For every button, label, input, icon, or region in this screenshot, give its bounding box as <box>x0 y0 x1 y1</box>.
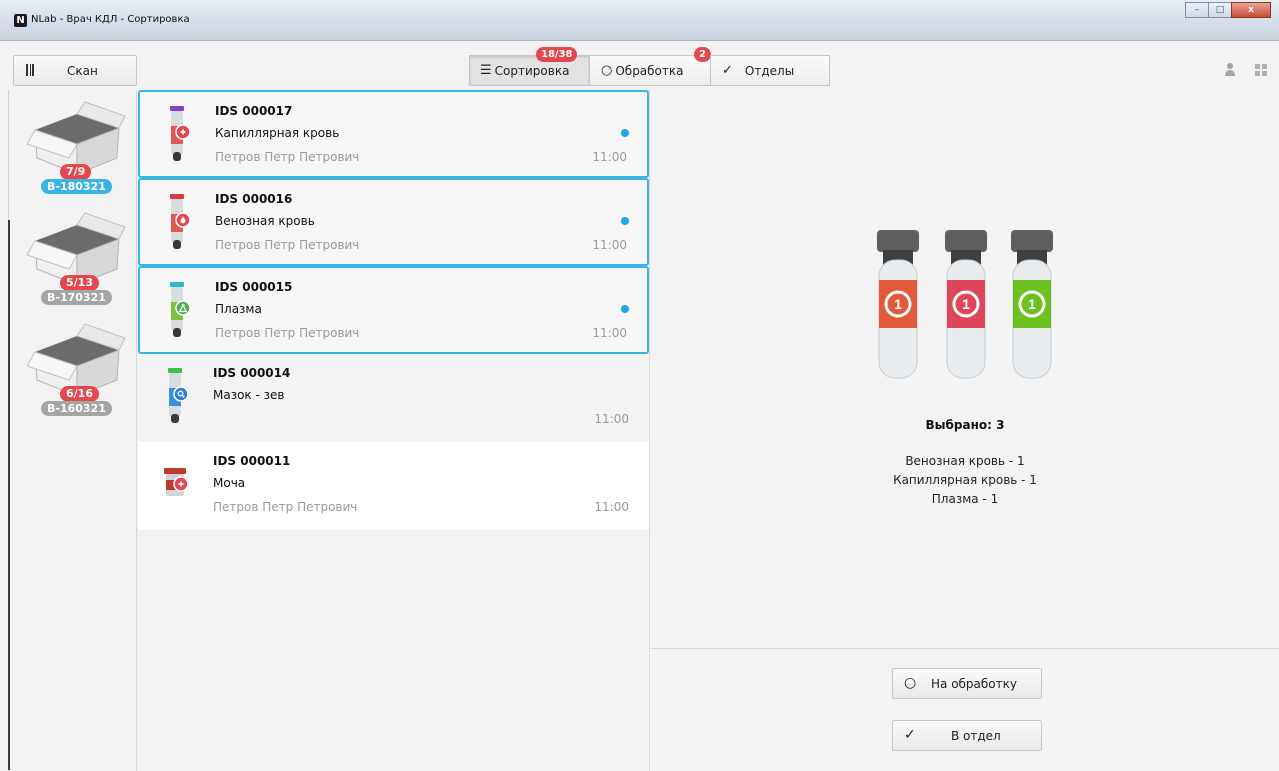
window-title: NLab - Врач КДЛ - Сортировка <box>31 14 190 25</box>
sample-row[interactable]: IDS 000014 Мазок - зев 11:00 <box>138 354 649 442</box>
user-icon[interactable] <box>1223 63 1237 77</box>
tube-graphic: 1 <box>877 230 919 379</box>
capillary-blood-tube-icon <box>170 106 190 161</box>
mode-tabs: ☰ Сортировка 18/38 ○ Обработка 2 ✓ Отдел… <box>469 47 830 86</box>
summary-line: Плазма - 1 <box>931 492 999 506</box>
sample-type: Плазма <box>215 302 262 316</box>
send-to-department-button[interactable]: ✓ В отдел <box>892 720 1042 751</box>
send-to-processing-label: На обработку <box>931 677 1017 691</box>
tube-graphic: 1 <box>945 230 987 379</box>
processing-count-badge: 2 <box>694 47 711 62</box>
svg-text:1: 1 <box>1028 296 1036 312</box>
sample-row[interactable]: IDS 000017 Капиллярная кровь Петров Петр… <box>138 90 649 178</box>
tube-graphic: 1 <box>1011 230 1053 379</box>
sample-id: IDS 000015 <box>215 280 293 294</box>
send-to-department-label: В отдел <box>951 729 1001 743</box>
box-item[interactable]: 5/13 B-170321 <box>27 211 127 321</box>
plasma-tube-icon <box>170 282 190 337</box>
checkmark-icon: ✓ <box>722 63 733 78</box>
tab-departments-label: Отделы <box>744 63 795 78</box>
menu-icon: ☰ <box>480 63 492 78</box>
patient-name: Петров Петр Петрович <box>215 326 360 340</box>
grid-icon[interactable] <box>1255 64 1267 76</box>
scan-button[interactable]: Скан <box>13 55 137 86</box>
sample-type: Капиллярная кровь <box>215 126 340 140</box>
sample-type: Мазок - зев <box>213 388 285 402</box>
app-logo: N <box>14 14 27 27</box>
title-bar: N NLab - Врач КДЛ - Сортировка – □ x <box>0 0 1279 41</box>
sample-time: 11:00 <box>594 500 629 514</box>
selection-summary: Венозная кровь - 1 Капиллярная кровь - 1… <box>651 452 1279 509</box>
summary-line: Капиллярная кровь - 1 <box>893 473 1037 487</box>
selected-count: Выбрано: 3 <box>925 418 1005 432</box>
box-count-badge: 6/16 <box>60 386 99 402</box>
sample-row[interactable]: IDS 000016 Венозная кровь Петров Петр Пе… <box>138 178 649 266</box>
boxes-sidebar: 7/9 B-180321 5/13 B-170321 6/16 B-160321 <box>0 90 137 771</box>
close-button[interactable]: x <box>1231 2 1271 18</box>
sample-id: IDS 000016 <box>215 192 293 206</box>
sample-time: 11:00 <box>592 238 627 252</box>
unread-dot <box>621 305 629 313</box>
sample-row[interactable]: IDS 000011 Моча Петров Петр Петрович 11:… <box>138 442 649 530</box>
swab-tube-icon <box>168 368 188 423</box>
sample-id: IDS 000017 <box>215 104 293 118</box>
sample-type: Венозная кровь <box>215 214 315 228</box>
box-count-badge: 5/13 <box>60 275 99 291</box>
circle-icon: ○ <box>904 675 917 691</box>
window-controls: – □ x <box>1185 2 1271 18</box>
sidebar-edge <box>0 90 10 771</box>
toolbar: Скан ☰ Сортировка 18/38 ○ Обработка 2 ✓ … <box>0 41 1279 90</box>
venous-blood-tube-icon <box>170 194 190 249</box>
box-code-label: B-160321 <box>41 401 112 416</box>
selected-tubes-icon: 1 1 1 <box>877 230 1053 379</box>
sample-row[interactable]: IDS 000015 Плазма Петров Петр Петрович 1… <box>138 266 649 354</box>
maximize-button[interactable]: □ <box>1208 2 1232 18</box>
box-count-badge: 7/9 <box>60 164 92 180</box>
circle-icon: ○ <box>601 63 613 78</box>
tab-departments[interactable]: ✓ Отделы <box>710 55 830 86</box>
sorting-count-badge: 18/38 <box>536 47 578 62</box>
checkmark-icon: ✓ <box>904 727 916 743</box>
selection-detail-panel: 1 1 1 Выбрано: 3 Венозная кровь - 1 Капи… <box>651 90 1279 648</box>
box-code-label: B-180321 <box>41 179 112 194</box>
sample-time: 11:00 <box>592 150 627 164</box>
svg-text:1: 1 <box>962 296 970 312</box>
sample-time: 11:00 <box>594 412 629 426</box>
barcode-icon <box>26 64 34 76</box>
urine-container-icon <box>164 468 188 496</box>
sample-time: 11:00 <box>592 326 627 340</box>
box-item[interactable]: 6/16 B-160321 <box>27 322 127 432</box>
svg-text:1: 1 <box>894 296 902 312</box>
send-to-processing-button[interactable]: ○ На обработку <box>892 668 1042 699</box>
action-panel: ○ На обработку ✓ В отдел <box>651 648 1279 771</box>
patient-name: Петров Петр Петрович <box>215 238 360 252</box>
patient-name: Петров Петр Петрович <box>213 500 358 514</box>
tab-sorting-label: Сортировка <box>494 63 570 78</box>
sample-type: Моча <box>213 476 246 490</box>
minimize-button[interactable]: – <box>1185 2 1209 18</box>
sample-id: IDS 000014 <box>213 366 291 380</box>
sample-id: IDS 000011 <box>213 454 291 468</box>
unread-dot <box>621 129 629 137</box>
tab-processing-label: Обработка <box>615 63 684 78</box>
sample-list: IDS 000017 Капиллярная кровь Петров Петр… <box>138 90 650 771</box>
scan-label: Скан <box>67 64 98 78</box>
box-code-label: B-170321 <box>41 290 112 305</box>
tab-sorting[interactable]: ☰ Сортировка 18/38 <box>469 47 590 86</box>
unread-dot <box>621 217 629 225</box>
summary-line: Венозная кровь - 1 <box>905 454 1025 468</box>
tab-processing[interactable]: ○ Обработка 2 <box>589 47 711 86</box>
box-item[interactable]: 7/9 B-180321 <box>27 100 127 210</box>
patient-name: Петров Петр Петрович <box>215 150 360 164</box>
